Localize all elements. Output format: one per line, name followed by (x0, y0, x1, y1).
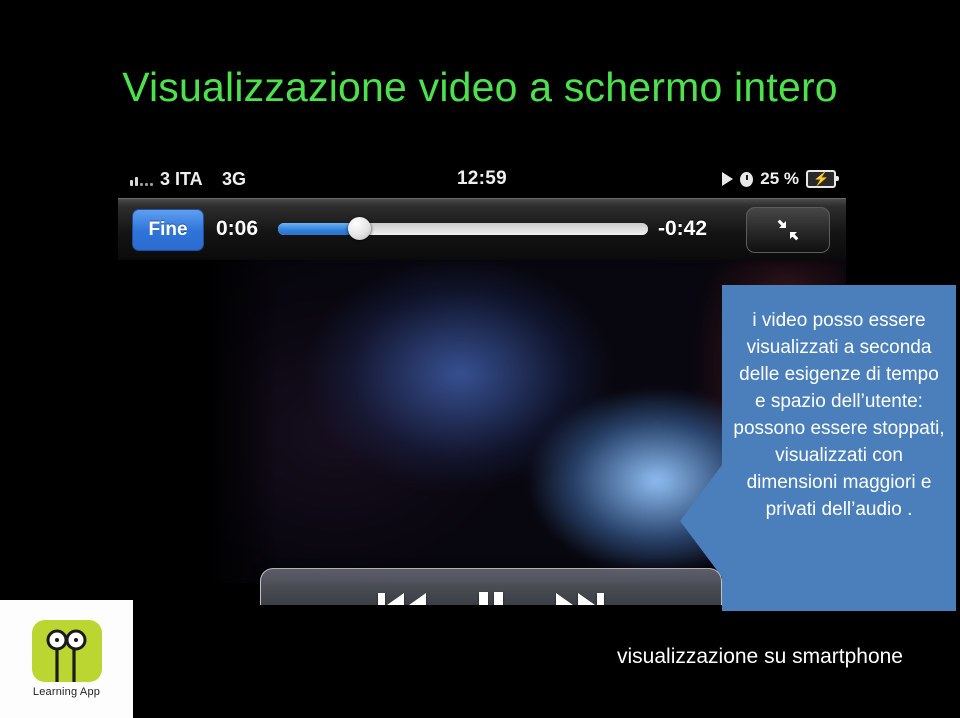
lightning-bolt-icon: ⚡ (813, 171, 830, 186)
battery-percent-label: 25 % (760, 169, 799, 188)
alarm-clock-icon (740, 171, 754, 187)
learning-app-mascot-icon (31, 620, 102, 682)
transport-controls-row (261, 577, 721, 605)
status-bar: 3 ITA 3G 12:59 25 % ⚡ (118, 160, 846, 198)
callout-box: i video posso essere visualizzati a seco… (680, 285, 956, 611)
play-triangle-icon (722, 172, 734, 186)
battery-charging-icon: ⚡ (806, 170, 839, 188)
scrubber-knob[interactable] (348, 217, 372, 240)
video-left-letterbox (118, 260, 278, 605)
callout-arrow (680, 465, 722, 577)
callout-text: i video posso essere visualizzati a seco… (733, 310, 945, 520)
rewind-icon[interactable] (376, 588, 430, 605)
video-top-control-bar: Fine 0:06 -0:42 (118, 198, 846, 261)
shrink-arrows-icon (777, 219, 799, 241)
caption-label: visualizzazione su smartphone (617, 645, 903, 668)
remaining-time-label: -0:42 (658, 217, 708, 240)
video-scrubber[interactable] (278, 217, 648, 240)
status-bar-right-group: 25 % ⚡ (722, 169, 839, 189)
shrink-screen-button[interactable] (746, 207, 830, 253)
page-title: Visualizzazione video a schermo intero (122, 64, 838, 110)
elapsed-time-label: 0:06 (216, 217, 259, 240)
scrubber-progress-fill (278, 223, 360, 235)
logo-block: Learning App (0, 600, 133, 718)
playback-control-panel (260, 568, 722, 605)
forward-icon[interactable] (552, 588, 606, 605)
pause-icon[interactable] (476, 588, 506, 605)
end-button[interactable]: Fine (132, 209, 204, 251)
logo-label: Learning App (32, 686, 101, 698)
